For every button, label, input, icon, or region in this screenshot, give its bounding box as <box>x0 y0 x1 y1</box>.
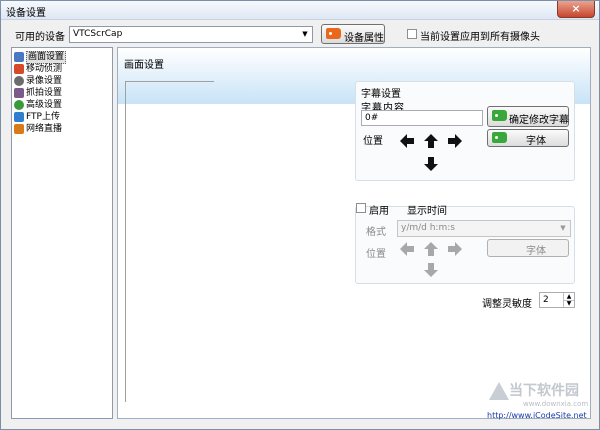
arrow-left-icon <box>400 242 414 256</box>
apply-all-label: 当前设置应用到所有摄像头 <box>420 32 540 43</box>
enable-time-checkbox[interactable] <box>356 203 366 213</box>
window-title: 设备设置 <box>6 8 46 19</box>
arrow-right-icon[interactable] <box>447 133 463 149</box>
time-group-title: 显示时间 <box>407 206 447 217</box>
chevron-down-icon: ▼ <box>302 30 308 38</box>
device-properties-label: 设备属性 <box>344 33 384 44</box>
page-title: 画面设置 <box>124 60 164 71</box>
ftp-icon <box>14 112 24 122</box>
device-select-value: VTCScrCap <box>73 29 123 39</box>
tree-item-label: FTP上传 <box>26 112 60 122</box>
settings-tree[interactable]: 画面设置 移动侦测 录像设置 抓拍设置 高级设置 FTP上传 网络直播 <box>11 47 113 419</box>
caption-content-input[interactable]: 0# <box>361 110 483 126</box>
caption-font-button[interactable]: 字体 <box>487 129 569 147</box>
device-select[interactable]: VTCScrCap ▼ <box>69 26 313 43</box>
tag-icon <box>492 110 507 121</box>
caption-font-label: 字体 <box>526 136 546 147</box>
time-format-value: y/m/d h:m:s <box>401 223 455 233</box>
video-preview-area[interactable] <box>125 81 214 402</box>
caption-group-title: 字幕设置 <box>361 89 401 100</box>
apply-all-checkbox[interactable] <box>407 29 417 39</box>
watermark-brand: 当下软件园 <box>509 383 579 399</box>
tree-item-label: 录像设置 <box>26 76 63 86</box>
time-font-button[interactable]: 字体 <box>487 239 569 257</box>
chevron-down-icon: ▼ <box>560 224 566 232</box>
time-format-select[interactable]: y/m/d h:m:s ▼ <box>397 220 571 237</box>
tag-icon <box>492 132 507 143</box>
sensitivity-value: 2 <box>543 295 549 305</box>
confirm-caption-label: 确定修改字幕 <box>509 115 569 126</box>
sensitivity-label: 调整灵敏度 <box>482 299 532 310</box>
device-properties-button[interactable]: 设备属性 <box>321 24 385 44</box>
record-icon <box>14 76 24 86</box>
available-device-label: 可用的设备 <box>15 32 65 43</box>
caption-position-label: 位置 <box>363 136 383 147</box>
broadcast-icon <box>14 124 24 134</box>
arrow-down-icon[interactable] <box>423 156 439 172</box>
tree-item-label: 抓拍设置 <box>26 88 63 98</box>
tree-item-label: 移动侦测 <box>26 64 63 74</box>
tree-item-label: 画面设置 <box>26 51 67 64</box>
sensitivity-spinner[interactable]: 2 ▲ ▼ <box>539 292 575 308</box>
tree-item-label: 网络直播 <box>26 124 63 134</box>
tree-item-label: 高级设置 <box>26 100 63 110</box>
caption-content-value: 0# <box>365 113 379 123</box>
arrow-left-icon[interactable] <box>399 133 415 149</box>
site-link[interactable]: http://www.iCodeSite.net <box>487 411 587 420</box>
time-format-label: 格式 <box>366 227 386 238</box>
confirm-caption-button[interactable]: 确定修改字幕 <box>487 106 569 127</box>
arrow-up-icon <box>424 242 438 256</box>
close-icon: × <box>571 2 581 15</box>
enable-time-label: 启用 <box>369 206 389 217</box>
tag-icon <box>326 28 341 39</box>
gear-icon <box>14 100 24 110</box>
brand-logo-icon <box>489 382 509 400</box>
title-bar[interactable]: 设备设置 × <box>1 1 599 20</box>
motion-icon <box>14 64 24 74</box>
close-button[interactable]: × <box>557 1 595 18</box>
arrow-right-icon <box>448 242 462 256</box>
time-font-label: 字体 <box>526 246 546 257</box>
watermark: 当下软件园 www.downxia.com http://www.iCodeSi… <box>487 380 589 426</box>
camera-icon <box>14 88 24 98</box>
arrow-down-icon <box>424 263 438 277</box>
arrow-up-icon[interactable] <box>423 133 439 149</box>
time-position-label: 位置 <box>366 249 386 260</box>
screen-icon <box>14 52 24 62</box>
watermark-url: www.downxia.com <box>523 400 589 408</box>
spin-down-icon[interactable]: ▼ <box>563 300 574 307</box>
settings-window: 设备设置 × 可用的设备 VTCScrCap ▼ 设备属性 当前设置应用到所有摄… <box>0 0 600 430</box>
